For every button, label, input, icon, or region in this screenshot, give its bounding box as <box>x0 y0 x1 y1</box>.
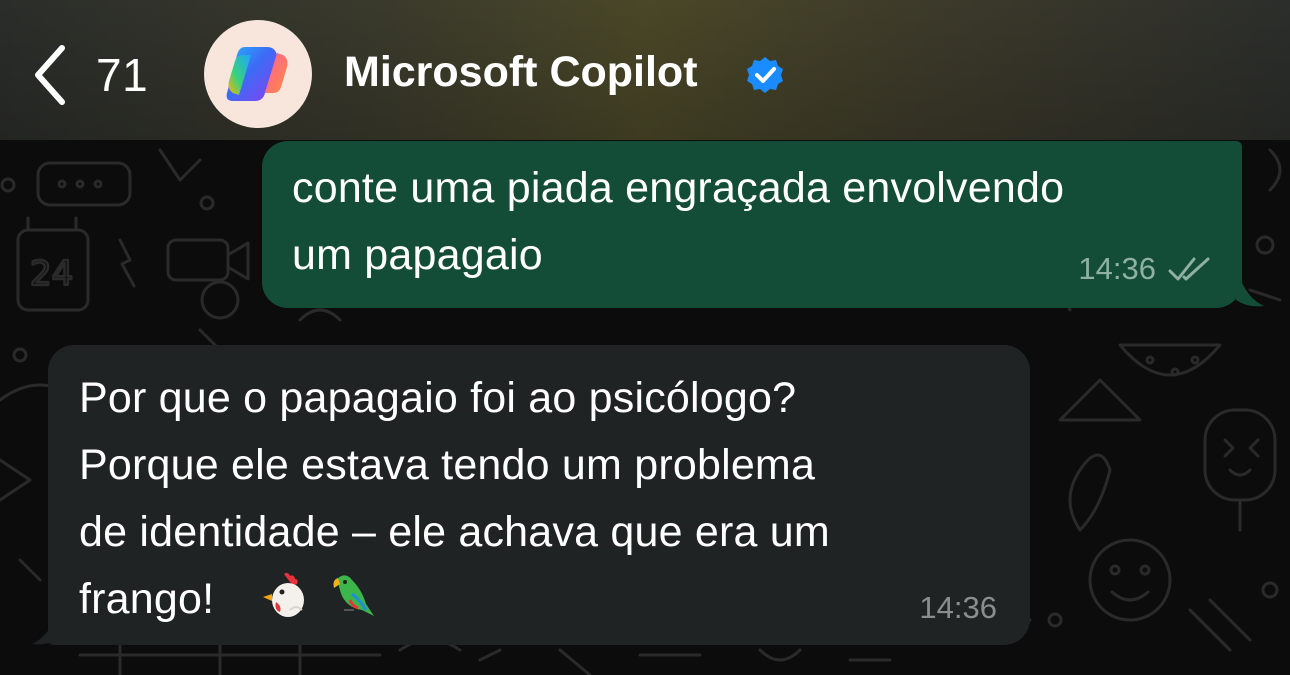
back-button[interactable]: 71 <box>30 40 148 110</box>
unread-count: 71 <box>96 49 149 101</box>
rooster-emoji <box>263 572 304 617</box>
message-bubble-incoming[interactable]: Por que o papagaio foi ao psicólogo? Por… <box>48 345 1030 645</box>
message-text: Por que o papagaio foi ao psicólogo? Por… <box>79 365 830 633</box>
contact-name[interactable]: Microsoft Copilot <box>344 48 698 97</box>
message-line: Por que o papagaio foi ao psicólogo? <box>79 374 797 422</box>
message-text: conte uma piada engraçada envolvendo um … <box>292 155 1064 289</box>
message-bubble-outgoing[interactable]: conte uma piada engraçada envolvendo um … <box>262 141 1242 308</box>
chat-header: 71 Microsoft Copilot <box>0 0 1290 140</box>
copilot-logo-icon <box>226 47 288 101</box>
svg-text:24: 24 <box>30 254 73 294</box>
message-line: de identidade – ele achava que era um <box>79 508 830 556</box>
message-line: frango! <box>79 575 215 623</box>
chat-screen: 24 71 Microsoft Copilot conte uma piada … <box>0 0 1290 675</box>
verified-badge-icon <box>747 57 783 93</box>
message-line: Porque ele estava tendo um problema <box>79 441 816 489</box>
parrot-emoji <box>333 575 374 616</box>
message-timestamp: 14:36 <box>919 590 997 625</box>
chevron-left-icon <box>35 45 65 105</box>
double-check-read-icon <box>1168 257 1210 281</box>
message-timestamp: 14:36 <box>1078 251 1156 286</box>
message-line: conte uma piada engraçada envolvendo <box>292 164 1065 212</box>
message-line: um papagaio <box>292 231 543 279</box>
contact-avatar[interactable] <box>204 20 312 128</box>
